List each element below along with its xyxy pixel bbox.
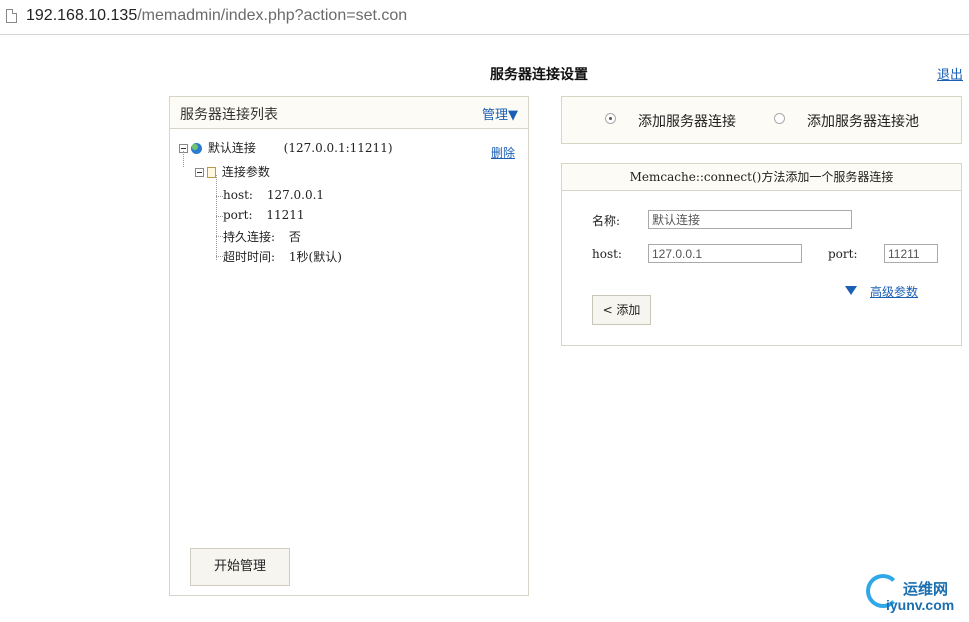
server-list-panel: 服务器连接列表 管理▼ 默认连接 (127.0.0.1:11211) 删除 连接…	[169, 96, 529, 596]
host-input[interactable]	[648, 244, 802, 263]
name-label: 名称:	[592, 214, 621, 228]
page-title: 服务器连接设置	[490, 67, 588, 83]
server-list-title: 服务器连接列表	[180, 107, 278, 123]
radio-label-add-connection[interactable]: 添加服务器连接	[638, 111, 736, 131]
form-heading: Memcache::connect()方法添加一个服务器连接	[562, 164, 961, 191]
add-connection-form: Memcache::connect()方法添加一个服务器连接 名称: host:…	[561, 163, 962, 346]
radio-add-pool[interactable]	[774, 113, 785, 124]
page-icon	[6, 9, 17, 23]
param-timeout: 超时时间: 1秒(默认)	[223, 248, 342, 265]
name-input[interactable]	[648, 210, 852, 229]
tree-node-params[interactable]: 连接参数	[195, 163, 270, 180]
delete-connection-link[interactable]: 删除	[491, 144, 515, 161]
connection-address: (127.0.0.1:11211)	[283, 141, 393, 155]
connection-name: 默认连接	[207, 141, 256, 155]
collapse-icon[interactable]	[195, 168, 204, 177]
param-value: 11211	[266, 208, 305, 222]
url-text[interactable]: 192.168.10.135/memadmin/index.php?action…	[26, 7, 407, 25]
param-value: 127.0.0.1	[266, 188, 325, 202]
start-manage-button[interactable]: 开始管理	[190, 548, 290, 586]
tree-branch	[216, 216, 223, 217]
url-host: 192.168.10.135	[26, 7, 138, 24]
param-persistent: 持久连接: 否	[223, 228, 301, 245]
tree-line	[183, 151, 184, 167]
watermark-text-en: iyunv.com	[886, 597, 955, 613]
port-input[interactable]	[884, 244, 938, 263]
manage-menu[interactable]: 管理▼	[482, 104, 518, 123]
tree-branch	[216, 236, 223, 237]
tree-branch	[216, 196, 223, 197]
add-connection-button[interactable]: < 添加	[592, 295, 651, 325]
mode-panel: 添加服务器连接 添加服务器连接池	[561, 96, 962, 144]
server-list-header: 服务器连接列表 管理▼	[170, 97, 528, 129]
address-bar[interactable]: 192.168.10.135/memadmin/index.php?action…	[0, 0, 969, 35]
param-value: 否	[288, 230, 301, 244]
tree-line	[216, 175, 217, 260]
params-label: 连接参数	[221, 165, 270, 179]
globe-icon	[191, 143, 202, 154]
radio-label-add-pool[interactable]: 添加服务器连接池	[807, 111, 919, 131]
param-key: 持久连接:	[223, 230, 276, 244]
watermark-text-cn: 运维网	[903, 580, 949, 598]
expand-down-icon[interactable]	[845, 286, 857, 295]
param-value: 1秒(默认)	[288, 250, 342, 264]
param-host: host: 127.0.0.1	[223, 188, 324, 202]
url-path: /memadmin/index.php?action=set.con	[137, 7, 408, 24]
param-port: port: 11211	[223, 208, 305, 222]
advanced-params-link[interactable]: 高级参数	[870, 283, 918, 300]
port-label: port:	[828, 247, 858, 261]
param-key: 超时时间:	[223, 250, 276, 264]
tree-node-connection[interactable]: 默认连接 (127.0.0.1:11211)	[179, 139, 393, 156]
radio-add-connection[interactable]	[605, 113, 616, 124]
param-key: host:	[223, 188, 253, 202]
tree-branch	[216, 256, 223, 257]
param-key: port:	[223, 208, 253, 222]
document-icon	[207, 167, 216, 178]
host-label: host:	[592, 247, 622, 261]
logout-link[interactable]: 退出	[937, 64, 963, 83]
